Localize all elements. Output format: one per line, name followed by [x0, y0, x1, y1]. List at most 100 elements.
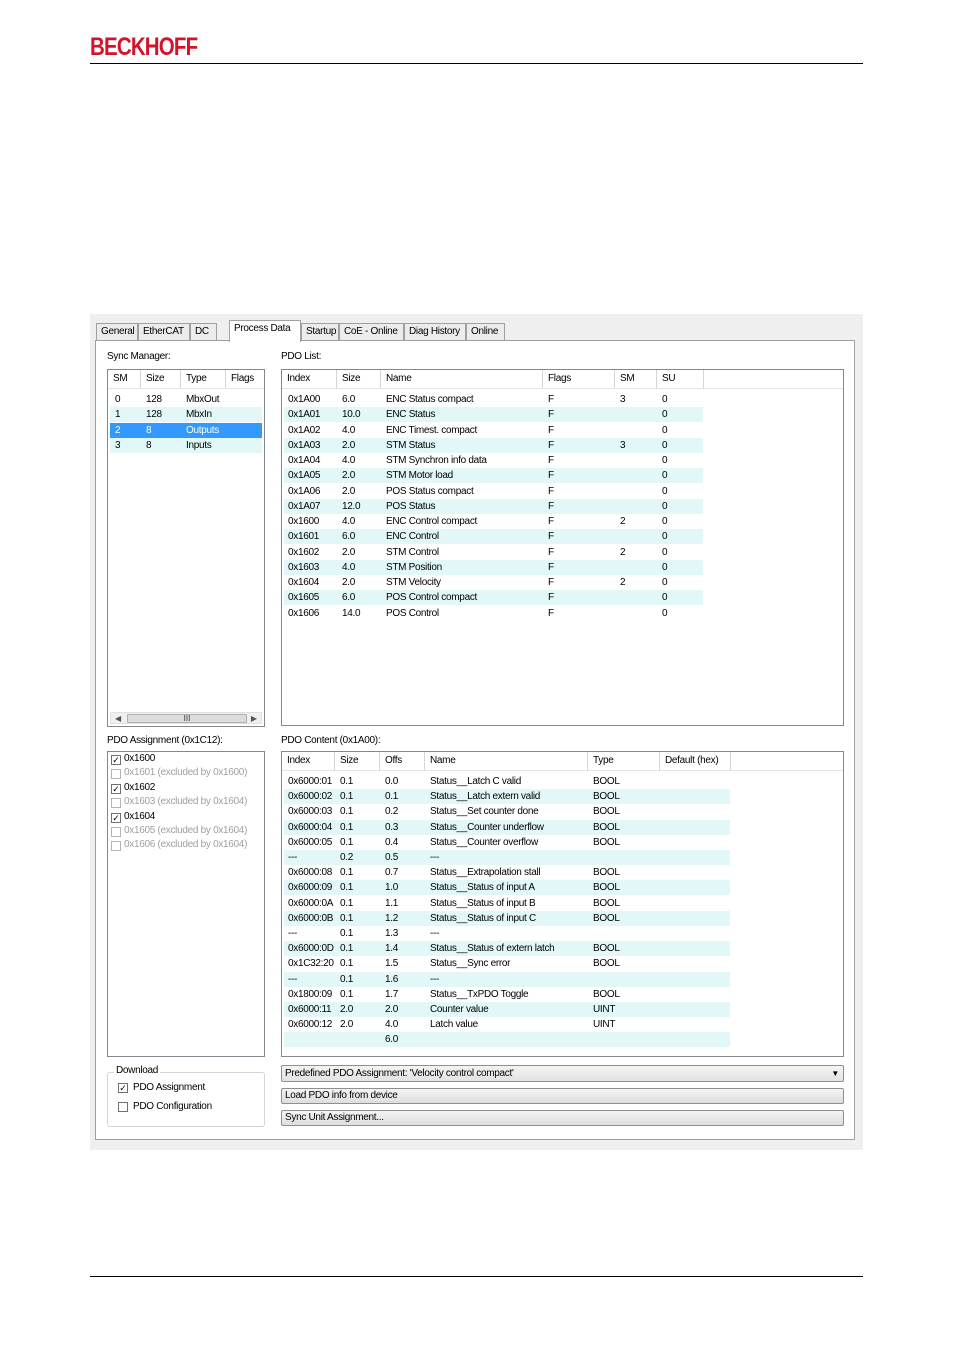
su-cell: 0: [662, 531, 668, 543]
size-cell: 2.0: [342, 439, 356, 451]
column-header[interactable]: Offs: [380, 752, 425, 771]
index-cell: 0x1A01: [288, 409, 321, 421]
pdo-content-row[interactable]: 0x6000:04 0.1 0.3 Status__Counter underflow…: [284, 819, 730, 835]
sync-manager-list[interactable]: SM Size Type Flags 0 128 MbxOut 1 128 MbxIn 2 8…: [107, 369, 265, 727]
column-header[interactable]: Type: [181, 370, 226, 389]
sync-unit-assignment-button[interactable]: Sync Unit Assignment...: [281, 1110, 844, 1126]
pdo-assignment-list[interactable]: ✓ 0x1600 0x1601 (excluded by 0x1600) ✓ 0x160…: [107, 751, 265, 1057]
pdo-content-row[interactable]: 0x1800:09 0.1 1.7 Status__TxPDO Toggle BOOL: [284, 987, 730, 1002]
pdo-list-row[interactable]: 0x1600 4.0 ENC Control compact F 2 0: [284, 514, 703, 529]
column-header[interactable]: Index: [282, 752, 335, 771]
pdo-content-row[interactable]: --- 0.1 1.3 ---: [284, 926, 730, 941]
column-header[interactable]: Flags: [543, 370, 615, 389]
pdo-content-row[interactable]: 0x6000:12 2.0 4.0 Latch value UINT: [284, 1017, 730, 1032]
name-cell: Status__Sync error: [430, 958, 511, 970]
pdo-list-row[interactable]: 0x1A04 4.0 STM Synchron info data F 0: [284, 453, 703, 468]
pdo-assignment-checkbox[interactable]: ✓: [111, 812, 121, 823]
column-header[interactable]: Default (hex): [660, 752, 731, 771]
size-cell: 14.0: [342, 607, 361, 619]
pdo-assignment-checkbox[interactable]: ✓: [118, 1083, 128, 1093]
column-header[interactable]: SU: [657, 370, 704, 389]
su-cell: 0: [662, 546, 668, 558]
pdo-assignment-checkbox[interactable]: ✓: [111, 783, 121, 794]
pdo-content-row[interactable]: 0x6000:11 2.0 2.0 Counter value UINT: [284, 1002, 730, 1017]
scroll-right-icon[interactable]: ▶: [251, 713, 257, 724]
pdo-content-row[interactable]: 0x1C32:20 0.1 1.5 Status__Sync error BOOL: [284, 956, 730, 971]
pdo-assignment-checkbox[interactable]: [111, 827, 121, 837]
pdo-content-table[interactable]: Index Size Offs Name Type Default (hex) …: [281, 751, 844, 1057]
sync-manager-row[interactable]: 2 8 Outputs: [110, 422, 262, 438]
tab-startup[interactable]: Startup: [301, 323, 339, 341]
sync-manager-row[interactable]: 3 8 Inputs: [110, 437, 262, 453]
size-cell: 0.1: [340, 791, 354, 803]
name-cell: ENC Status: [386, 409, 436, 421]
pdo-content-row[interactable]: 0x6000:02 0.1 0.1 Status__Latch extern vali…: [284, 789, 730, 805]
pdo-list-row[interactable]: 0x1A07 12.0 POS Status F 0: [284, 498, 703, 514]
pdo-content-row[interactable]: 0x6000:0D 0.1 1.4 Status__Status of extern …: [284, 941, 730, 957]
su-cell: 0: [662, 577, 668, 588]
column-header[interactable]: Flags: [226, 370, 264, 389]
sync-manager-row[interactable]: 0 128 MbxOut: [110, 392, 262, 407]
pdo-configuration-checkbox[interactable]: [118, 1102, 128, 1112]
pdo-list-row[interactable]: 0x1A06 2.0 POS Status compact F 0: [284, 484, 703, 499]
column-header[interactable]: Type: [588, 752, 660, 771]
pdo-content-label: PDO Content (0x1A00):: [281, 735, 381, 746]
pdo-content-row[interactable]: 0x6000:01 0.1 0.0 Status__Latch C valid BOOL: [284, 774, 730, 789]
pdo-list-table[interactable]: Index Size Name Flags SM SU 0x1A00 6.0 ENC…: [281, 369, 844, 726]
type-cell: UINT: [593, 1004, 616, 1015]
pdo-list-row[interactable]: 0x1605 6.0 POS Control compact F 0: [284, 590, 703, 606]
footer-divider: [90, 1276, 863, 1277]
scroll-left-icon[interactable]: ◀: [115, 713, 121, 724]
column-header[interactable]: Size: [337, 370, 381, 389]
offs-cell: 0.0: [385, 776, 399, 787]
tab-diag-history[interactable]: Diag History: [404, 323, 466, 341]
pdo-list-row[interactable]: 0x1A00 6.0 ENC Status compact F 3 0: [284, 392, 703, 407]
tab-dc[interactable]: DC: [190, 323, 217, 341]
pdo-list-row[interactable]: 0x1604 2.0 STM Velocity F 2 0: [284, 575, 703, 590]
index-cell: 0x6000:12: [288, 1019, 333, 1031]
column-header[interactable]: Name: [381, 370, 543, 389]
pdo-content-row[interactable]: 0x6000:08 0.1 0.7 Status__Extrapolation sta…: [284, 865, 730, 880]
scroll-thumb[interactable]: III: [127, 714, 247, 723]
pdo-list-row[interactable]: 0x1602 2.0 STM Control F 2 0: [284, 545, 703, 560]
name-cell: Status__Set counter done: [430, 806, 539, 818]
predefined-pdo-assignment-dropdown[interactable]: Predefined PDO Assignment: 'Velocity con…: [281, 1065, 844, 1082]
pdo-list-row[interactable]: 0x1A01 10.0 ENC Status F 0: [284, 407, 703, 423]
pdo-content-row[interactable]: 0x6000:03 0.1 0.2 Status__Set counter done B…: [284, 804, 730, 819]
load-pdo-info-button[interactable]: Load PDO info from device: [281, 1088, 844, 1104]
pdo-assignment-checkbox[interactable]: [111, 798, 121, 809]
pdo-list-row[interactable]: 0x1A03 2.0 STM Status F 3 0: [284, 437, 703, 453]
pdo-list-row[interactable]: 0x1603 4.0 STM Position F 0: [284, 559, 703, 575]
pdo-assignment-checkbox[interactable]: [111, 841, 121, 852]
pdo-content-row[interactable]: --- 0.2 0.5 ---: [284, 850, 730, 865]
horizontal-scrollbar[interactable]: ◀ III ▶: [110, 712, 262, 724]
pdo-list-row[interactable]: 0x1A05 2.0 STM Motor load F 0: [284, 468, 703, 484]
pdo-content-row[interactable]: 6.0: [284, 1032, 730, 1048]
size-cell: 2.0: [342, 546, 356, 558]
pdo-assignment-checkbox[interactable]: [111, 769, 121, 780]
pdo-list-row[interactable]: 0x1A02 4.0 ENC Timest. compact F 0: [284, 423, 703, 438]
pdo-content-row[interactable]: --- 0.1 1.6 ---: [284, 971, 730, 987]
column-header[interactable]: Index: [282, 370, 337, 389]
column-header[interactable]: Size: [335, 752, 380, 771]
pdo-list-row[interactable]: 0x1601 6.0 ENC Control F 0: [284, 529, 703, 545]
column-header[interactable]: Size: [141, 370, 181, 389]
tab-process-data[interactable]: Process Data: [229, 320, 301, 342]
size-cell: 0.1: [340, 806, 354, 818]
tab-online[interactable]: Online: [466, 323, 505, 341]
tab-ethercat[interactable]: EtherCAT: [138, 323, 190, 341]
pdo-content-row[interactable]: 0x6000:09 0.1 1.0 Status__Status of input A…: [284, 880, 730, 896]
index-cell: 0x1600: [288, 516, 320, 527]
column-header[interactable]: Name: [425, 752, 588, 771]
pdo-content-row[interactable]: 0x6000:0B 0.1 1.2 Status__Status of input C…: [284, 910, 730, 926]
pdo-content-row[interactable]: 0x6000:05 0.1 0.4 Status__Counter overflow B…: [284, 835, 730, 850]
tab-coe-online[interactable]: CoE - Online: [339, 323, 404, 341]
pdo-list-row[interactable]: 0x1606 14.0 POS Control F 0: [284, 606, 703, 621]
pdo-assignment-item-label: 0x1605 (excluded by 0x1604): [124, 825, 248, 836]
tab-general[interactable]: General: [96, 323, 138, 341]
pdo-content-row[interactable]: 0x6000:0A 0.1 1.1 Status__Status of input B…: [284, 896, 730, 911]
column-header[interactable]: SM: [615, 370, 657, 389]
sync-manager-row[interactable]: 1 128 MbxIn: [110, 407, 262, 423]
pdo-assignment-checkbox[interactable]: ✓: [111, 755, 121, 765]
column-header[interactable]: SM: [108, 370, 141, 389]
